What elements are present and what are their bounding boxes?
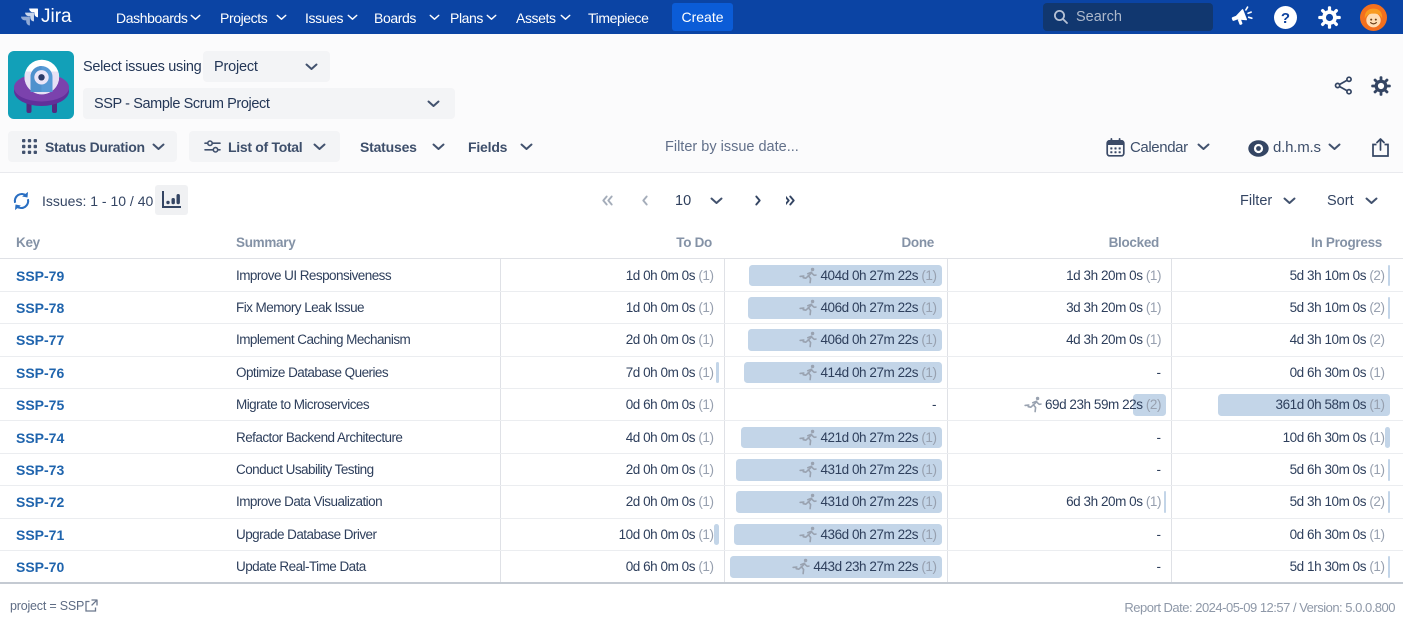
svg-text:?: ? bbox=[1281, 10, 1290, 27]
